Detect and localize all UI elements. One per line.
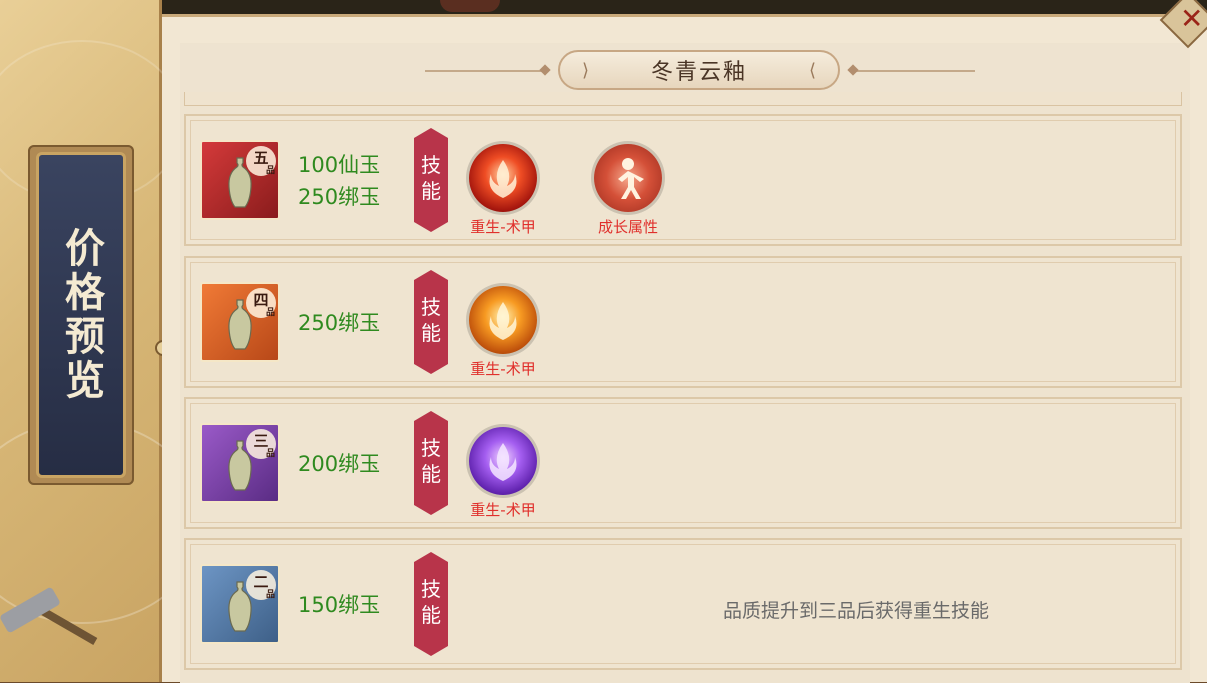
top-decoration bbox=[440, 0, 500, 12]
growth-figure-icon[interactable] bbox=[594, 144, 662, 212]
title-arrow-left-icon: ⟩ bbox=[582, 60, 590, 81]
price-bound-jade: 250绑玉 bbox=[298, 185, 381, 209]
skill-tag: 技能 bbox=[414, 128, 448, 232]
side-panel: 价格预览 bbox=[0, 0, 204, 682]
title-plate: ⟩ 冬青云釉 ⟨ bbox=[558, 50, 840, 90]
skill-label: 重生-术甲 bbox=[470, 360, 536, 378]
rebirth-flame-icon[interactable] bbox=[469, 144, 537, 212]
skill-tag: 技能 bbox=[414, 270, 448, 374]
skill-rebirth[interactable]: 重生-术甲 bbox=[463, 144, 543, 237]
price-bound-jade: 250绑玉 bbox=[298, 311, 381, 335]
title-arrow-right-icon: ⟨ bbox=[808, 60, 816, 81]
item-icon[interactable]: 二品 bbox=[200, 564, 280, 644]
list-item: 四品 250绑玉 技能 重生-术甲 bbox=[184, 256, 1182, 388]
grade-badge: 五品 bbox=[246, 146, 276, 176]
side-plaque: 价格预览 bbox=[36, 152, 126, 478]
skill-label: 重生-术甲 bbox=[470, 501, 536, 519]
price-immortal-jade: 100仙玉 bbox=[298, 153, 381, 177]
skill-rebirth[interactable]: 重生-术甲 bbox=[463, 427, 543, 520]
grade-badge: 三品 bbox=[246, 429, 276, 459]
grade-badge: 二品 bbox=[246, 570, 276, 600]
rebirth-flame-icon[interactable] bbox=[469, 427, 537, 495]
item-icon[interactable]: 五品 bbox=[200, 140, 280, 220]
upgrade-hint: 品质提升到三品后获得重生技能 bbox=[722, 600, 989, 622]
item-icon[interactable]: 四品 bbox=[200, 282, 280, 362]
close-icon[interactable]: ✕ bbox=[1180, 2, 1203, 35]
skill-label: 重生-术甲 bbox=[470, 218, 536, 236]
rebirth-flame-icon[interactable] bbox=[469, 286, 537, 354]
header-line-right bbox=[855, 70, 975, 72]
header-line-left bbox=[425, 70, 545, 72]
list-item: 二品 150绑玉 技能 品质提升到三品后获得重生技能 bbox=[184, 538, 1182, 670]
price-bound-jade: 150绑玉 bbox=[298, 593, 381, 617]
price-bound-jade: 200绑玉 bbox=[298, 452, 381, 476]
panel-title: 冬青云釉 bbox=[650, 60, 747, 85]
skill-label: 成长属性 bbox=[597, 218, 658, 236]
skill-growth[interactable]: 成长属性 bbox=[588, 144, 668, 237]
skill-tag: 技能 bbox=[414, 552, 448, 656]
clipped-row-edge bbox=[184, 92, 1182, 106]
list-item: 五品 100仙玉 250绑玉 技能 重生-术甲 成长属性 bbox=[184, 114, 1182, 246]
item-icon[interactable]: 三品 bbox=[200, 423, 280, 503]
list-item: 三品 200绑玉 技能 重生-术甲 bbox=[184, 397, 1182, 529]
skill-tag: 技能 bbox=[414, 411, 448, 515]
side-title: 价格预览 bbox=[58, 227, 105, 403]
skill-rebirth[interactable]: 重生-术甲 bbox=[463, 286, 543, 379]
grade-badge: 四品 bbox=[246, 288, 276, 318]
top-strip bbox=[160, 0, 1207, 14]
